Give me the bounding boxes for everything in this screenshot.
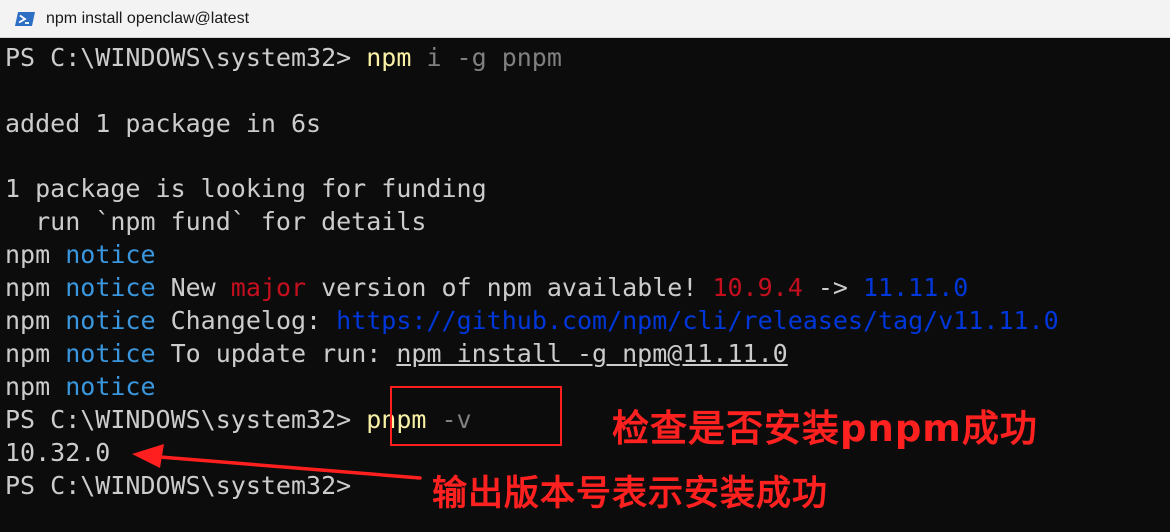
command-args: i -g pnpm: [411, 43, 562, 72]
npm-notice-line: npm notice New major version of npm avai…: [5, 271, 968, 304]
npm-label: npm: [5, 240, 66, 269]
notice-text: To update run:: [155, 339, 397, 368]
npm-label: npm: [5, 273, 66, 302]
npm-notice-line: npm notice To update run: npm install -g…: [5, 337, 788, 370]
pnpm-version-output: 10.32.0: [5, 438, 111, 467]
notice-label: notice: [65, 273, 156, 302]
npm-label: npm: [5, 339, 66, 368]
powershell-icon: [15, 11, 35, 26]
terminal-line: added 1 package in 6s: [5, 109, 322, 138]
notice-text: version of npm available!: [306, 273, 713, 302]
command: npm: [366, 43, 412, 72]
new-version: 11.11.0: [862, 273, 969, 302]
notice-label: notice: [65, 306, 156, 335]
prompt: PS C:\WINDOWS\system32>: [5, 43, 367, 72]
window-title: npm install openclaw@latest: [46, 9, 250, 27]
npm-notice-line: npm notice: [5, 370, 156, 403]
notice-text: New: [155, 273, 231, 302]
npm-label: npm: [5, 372, 66, 401]
npm-label: npm: [5, 306, 66, 335]
major-label: major: [230, 273, 307, 302]
update-command: npm install -g npm@11.11.0: [396, 339, 788, 368]
terminal-line: PS C:\WINDOWS\system32> npm i -g pnpm: [5, 41, 562, 74]
highlight-box: [390, 386, 562, 446]
prompt: PS C:\WINDOWS\system32>: [5, 405, 367, 434]
notice-label: notice: [65, 339, 156, 368]
terminal-line: 1 package is looking for funding: [5, 174, 487, 203]
window-titlebar: npm install openclaw@latest: [0, 0, 1170, 38]
prompt: PS C:\WINDOWS\system32>: [5, 471, 352, 500]
version-arrow: ->: [802, 273, 863, 302]
annotation-result: 输出版本号表示安装成功: [432, 474, 829, 514]
terminal-output[interactable]: PS C:\WINDOWS\system32> npm i -g pnpm ad…: [0, 38, 1170, 532]
terminal-line: run `npm fund` for details: [5, 207, 427, 236]
notice-label: notice: [65, 372, 156, 401]
old-version: 10.9.4: [712, 273, 803, 302]
npm-notice-line: npm notice Changelog: https://github.com…: [5, 304, 1059, 337]
annotation-check: 检查是否安装pnpm成功: [612, 407, 1038, 450]
changelog-link[interactable]: https://github.com/npm/cli/releases/tag/…: [336, 306, 1058, 335]
notice-label: notice: [65, 240, 156, 269]
npm-notice-line: npm notice: [5, 238, 156, 271]
notice-text: Changelog:: [155, 306, 337, 335]
terminal-line: PS C:\WINDOWS\system32>: [5, 469, 351, 502]
